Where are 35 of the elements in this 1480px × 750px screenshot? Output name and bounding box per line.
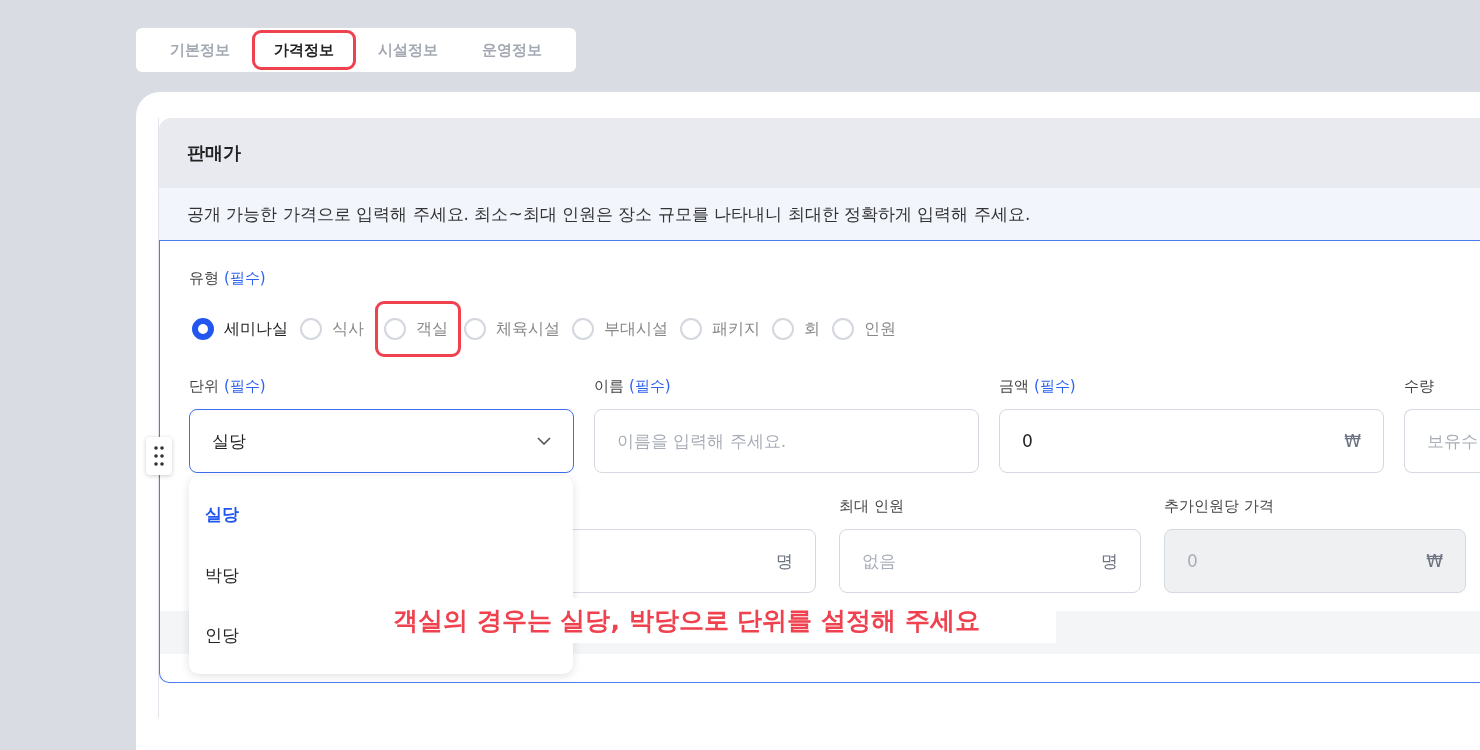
dropdown-option[interactable]: 박당 [189,544,245,606]
chevron-down-icon [537,437,551,445]
tab[interactable]: 시설정보 [356,30,460,70]
input-field[interactable]: 없음 명 [839,529,1141,593]
required-mark: (필수) [1034,376,1076,396]
section-title: 판매가 [187,141,241,165]
radio-option[interactable]: 객실 [375,301,461,357]
tab[interactable]: 기본정보 [148,30,252,70]
tab[interactable]: 가격정보 [252,30,356,70]
input-field[interactable]: 0 ₩ [999,409,1384,473]
unit-label: 명 [1101,549,1118,573]
drag-dots-icon [154,445,164,467]
notice-text: 공개 가능한 가격으로 입력해 주세요. 최소~최대 인원은 장소 규모를 나타내니 최대한 정확하게 입력해 주세요. [159,188,1480,240]
field-label: 금액 [999,376,1029,396]
input-field: 0 ₩ [1164,529,1466,593]
unit-label: ₩ [1426,551,1443,571]
required-mark: (필수) [224,268,266,288]
field-label: 추가인원당 가격 [1164,496,1274,516]
field-label: 단위 [189,376,219,396]
field-label: 유형 [189,268,219,288]
select-field[interactable]: 실당 [189,409,574,473]
field-label: 수량 [1404,376,1434,396]
input-field[interactable]: 이름을 입력해 주세요. [594,409,979,473]
dropdown-option[interactable]: 인당 [189,605,245,666]
field-label: 최대 인원 [839,496,904,516]
required-mark: (필수) [224,376,266,396]
unit-label: 명 [776,549,793,573]
radio-icon[interactable] [192,318,214,340]
input-field[interactable]: 보유수 [1404,409,1480,473]
field-label: 이름 [594,376,624,396]
dropdown-option[interactable]: 실당 [189,484,245,545]
required-mark: (필수) [629,376,671,396]
tab[interactable]: 운영정보 [460,30,564,70]
unit-label: ₩ [1344,431,1361,451]
drag-handle[interactable] [146,437,172,475]
